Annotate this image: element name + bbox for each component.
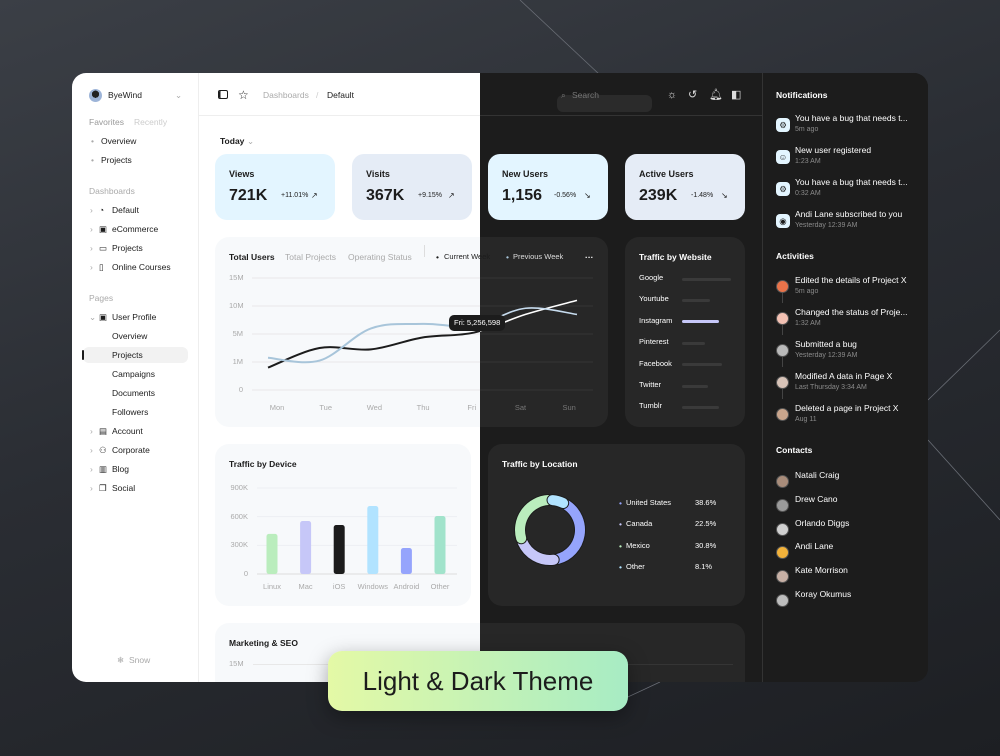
- activity-avatar: [776, 376, 789, 389]
- activity-text[interactable]: Edited the details of Project X: [795, 274, 907, 286]
- legend-label: United States: [626, 498, 672, 507]
- contact-name[interactable]: Orlando Diggs: [795, 517, 849, 529]
- legend-label: Other: [626, 561, 645, 571]
- activity-time: 1:32 AM: [795, 320, 821, 327]
- notification-time: 1:23 AM: [795, 158, 821, 165]
- notification-time: 5m ago: [795, 126, 819, 133]
- legend-label: Mexico: [626, 540, 650, 550]
- user-icon: ☺: [776, 150, 790, 164]
- legend-dot: •: [619, 498, 622, 508]
- activity-time: Last Thursday 3:34 AM: [795, 384, 867, 391]
- contact-name[interactable]: Andi Lane: [795, 540, 833, 552]
- contact-name[interactable]: Natali Craig: [795, 469, 839, 481]
- contacts-title: Contacts: [776, 445, 813, 455]
- legend-dot: •: [619, 561, 622, 572]
- notification-text[interactable]: You have a bug that needs t...: [795, 176, 908, 188]
- broadcast-icon: ◉: [776, 214, 790, 228]
- activity-time: Yesterday 12:39 AM: [795, 352, 858, 359]
- legend-dot: •: [619, 540, 622, 551]
- notification-text[interactable]: Andi Lane subscribed to you: [795, 208, 902, 220]
- activity-avatar: [776, 280, 789, 293]
- legend-value: 8.1%: [695, 561, 713, 571]
- contact-avatar: [776, 475, 789, 488]
- activity-time: Aug 11: [795, 416, 817, 423]
- dashboard-window: ByeWind ⌄ Favorites Recently • Overview • Proje…: [72, 73, 928, 682]
- legend-label: Canada: [626, 519, 653, 529]
- activity-avatar: [776, 344, 789, 357]
- segment-united-states: [552, 500, 585, 564]
- notification-time: 0:32 AM: [795, 190, 821, 197]
- contact-avatar: [776, 522, 789, 536]
- contact-name[interactable]: Koray Okumus: [795, 588, 851, 600]
- legend-dot: •: [619, 519, 622, 530]
- legend-value: 22.5%: [695, 519, 717, 529]
- activity-avatar: [776, 312, 789, 325]
- activities-title: Activities: [776, 251, 814, 261]
- segment-other: [547, 495, 569, 509]
- bug-icon: ⚙: [776, 182, 790, 196]
- activity-text[interactable]: Changed the status of Proje...: [795, 306, 907, 318]
- activity-text[interactable]: Modified A data in Page X: [795, 370, 892, 382]
- contact-avatar: [776, 498, 789, 512]
- activity-avatar: [776, 408, 789, 421]
- activity-time: 5m ago: [795, 288, 819, 295]
- activity-text[interactable]: Deleted a page in Project X: [795, 402, 898, 414]
- contact-name[interactable]: Kate Morrison: [795, 564, 848, 576]
- theme-banner: Light & Dark Theme: [328, 651, 628, 711]
- notification-text[interactable]: New user registered: [795, 144, 871, 156]
- notification-time: Yesterday 12:39 AM: [795, 222, 858, 229]
- contact-avatar: [776, 594, 789, 607]
- activity-text[interactable]: Submitted a bug: [795, 338, 857, 350]
- notifications-title: Notifications: [776, 90, 828, 100]
- card-title: Marketing & SEO: [229, 638, 298, 648]
- bug-icon: ⚙: [776, 118, 790, 132]
- legend-value: 38.6%: [695, 498, 717, 507]
- notification-text[interactable]: You have a bug that needs t...: [795, 112, 908, 124]
- contact-name[interactable]: Drew Cano: [795, 493, 838, 505]
- y-tick-label: 15M: [229, 659, 244, 668]
- legend-value: 30.8%: [695, 540, 717, 550]
